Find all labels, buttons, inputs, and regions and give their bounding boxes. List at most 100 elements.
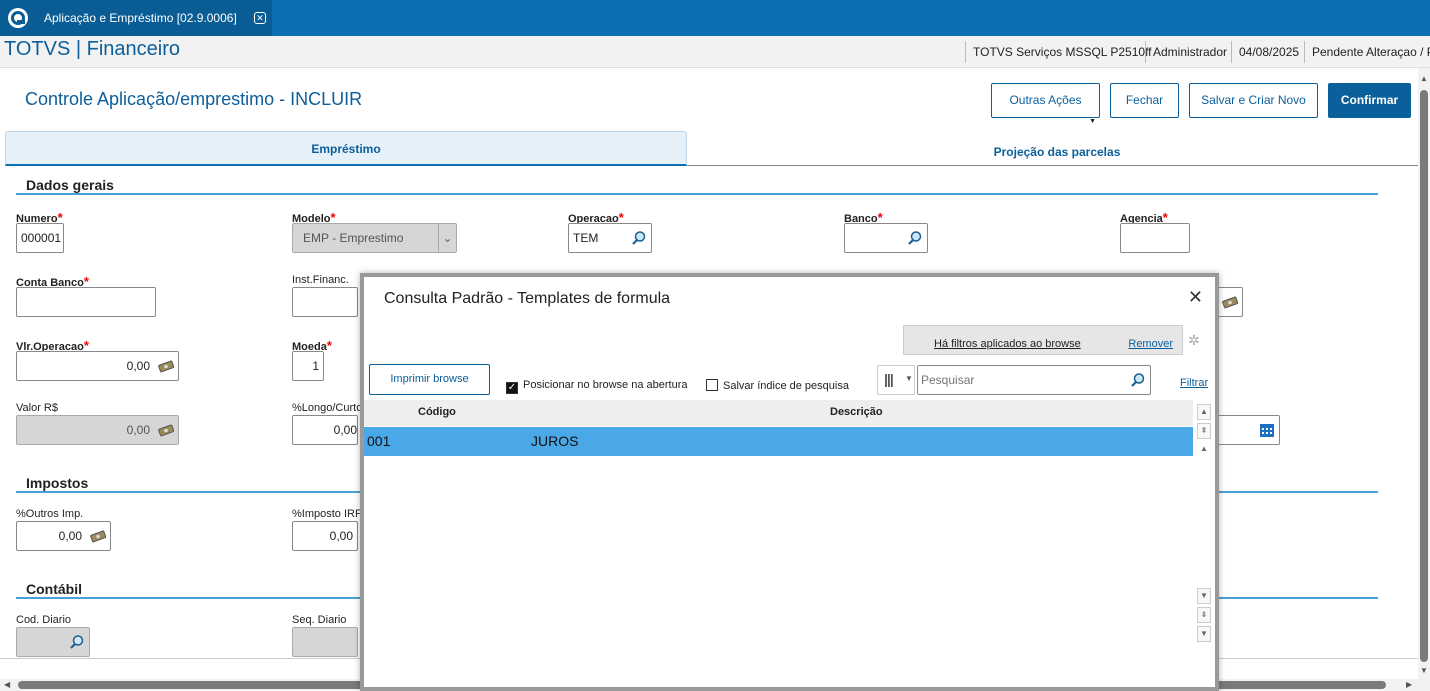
app-tab[interactable]: Aplicação e Empréstimo [02.9.0006] ✕ bbox=[36, 0, 272, 36]
valor-rs-value: 0,00 bbox=[126, 423, 150, 437]
fechar-button[interactable]: Fechar bbox=[1110, 83, 1179, 118]
date-field-edge[interactable] bbox=[1210, 415, 1280, 445]
vlr-operacao-field[interactable]: 0,00 bbox=[16, 351, 179, 381]
banco-field[interactable] bbox=[844, 223, 928, 253]
scroll-right-icon[interactable]: ▶ bbox=[1406, 680, 1412, 689]
tab-emprestimo[interactable]: Empréstimo bbox=[5, 131, 687, 166]
cod-diario-field bbox=[16, 627, 90, 657]
totvs-logo-icon[interactable] bbox=[0, 0, 36, 36]
column-selector[interactable]: ||| ▼ bbox=[877, 365, 915, 395]
app-header: TOTVS | Financeiro TOTVS Serviços MSSQL … bbox=[0, 36, 1430, 68]
money-icon bbox=[158, 424, 174, 437]
vertical-scroll-thumb[interactable] bbox=[1420, 90, 1428, 662]
operacao-value: TEM bbox=[573, 231, 599, 245]
imprimir-browse-button[interactable]: Imprimir browse bbox=[369, 364, 490, 395]
column-header-codigo[interactable]: Código bbox=[418, 406, 456, 418]
outras-acoes-button[interactable]: Outras Ações ▼ bbox=[991, 83, 1100, 125]
table-header: Código Descrição bbox=[364, 400, 1193, 426]
longo-curto-field[interactable]: 0,00 bbox=[292, 415, 358, 445]
salvar-criar-novo-button[interactable]: Salvar e Criar Novo bbox=[1189, 83, 1318, 118]
gear-icon[interactable]: ✲ bbox=[1188, 332, 1200, 349]
vlr-operacao-value: 0,00 bbox=[126, 359, 150, 373]
close-icon[interactable]: ✕ bbox=[1188, 287, 1203, 308]
grid-scrollbar[interactable]: ▲ ⇞ ▲ ▼ ⇟ ▼ bbox=[1195, 400, 1213, 645]
salvar-indice-checkbox[interactable]: Salvar índice de pesquisa bbox=[706, 379, 849, 392]
columns-icon: ||| bbox=[884, 371, 894, 387]
chevron-down-icon[interactable]: ⌄ bbox=[438, 224, 456, 252]
money-icon[interactable] bbox=[90, 528, 106, 544]
money-icon[interactable] bbox=[158, 358, 174, 374]
filtrar-link[interactable]: Filtrar bbox=[1180, 377, 1208, 389]
brand-title: TOTVS | Financeiro bbox=[4, 38, 180, 60]
user-info[interactable]: Administrador bbox=[1145, 41, 1234, 63]
search-icon[interactable] bbox=[1130, 372, 1146, 388]
numero-field[interactable]: 000001 bbox=[16, 223, 64, 253]
imposto-irf-field[interactable]: 0,00 bbox=[292, 521, 358, 551]
section-dados-gerais: Dados gerais bbox=[26, 177, 114, 193]
scroll-down-icon[interactable]: ▼ bbox=[1420, 666, 1428, 675]
scroll-up-icon[interactable]: ▲ bbox=[1420, 74, 1428, 83]
posicionar-checkbox[interactable]: ✓ Posicionar no browse na abertura bbox=[506, 379, 687, 394]
valor-rs-field: 0,00 bbox=[16, 415, 179, 445]
confirmar-button[interactable]: Confirmar bbox=[1328, 83, 1411, 118]
date-info: 04/08/2025 bbox=[1231, 41, 1306, 63]
section-contabil: Contábil bbox=[26, 581, 82, 597]
salvar-indice-label: Salvar índice de pesquisa bbox=[723, 380, 849, 392]
cell-descricao: JUROS bbox=[531, 433, 579, 449]
search-icon[interactable] bbox=[907, 230, 923, 246]
scroll-last-icon[interactable]: ▼ bbox=[1197, 626, 1211, 642]
scroll-up-icon[interactable]: ▲ bbox=[1197, 442, 1211, 458]
checkbox-unchecked-icon[interactable] bbox=[706, 379, 718, 391]
scroll-first-icon[interactable]: ▲ bbox=[1197, 404, 1211, 420]
seq-diario-label: Seq. Diario bbox=[292, 614, 347, 626]
search-box[interactable] bbox=[917, 365, 1151, 395]
money-icon[interactable] bbox=[1222, 294, 1238, 310]
cod-diario-label: Cod. Diario bbox=[16, 614, 72, 626]
valor-rs-label: Valor R$ bbox=[16, 402, 58, 414]
modelo-value: EMP - Emprestimo bbox=[303, 231, 404, 245]
calendar-icon[interactable] bbox=[1259, 422, 1275, 438]
inst-financ-label: Inst.Financ. bbox=[292, 274, 349, 286]
imposto-irf-label: %Imposto IRF bbox=[292, 508, 362, 520]
tab-projecao-parcelas[interactable]: Projeção das parcelas bbox=[687, 131, 1427, 166]
search-icon bbox=[70, 635, 84, 649]
consulta-padrao-dialog: Consulta Padrão - Templates de formula ✕… bbox=[360, 273, 1219, 691]
environment-info: TOTVS Serviços MSSQL P2510ff bbox=[965, 41, 1159, 63]
seq-diario-field bbox=[292, 627, 358, 657]
longo-curto-label: %Longo/Curto bbox=[292, 402, 363, 414]
agencia-field[interactable] bbox=[1120, 223, 1190, 253]
dialog-title: Consulta Padrão - Templates de formula bbox=[384, 290, 671, 307]
search-icon[interactable] bbox=[631, 230, 647, 246]
close-tab-icon[interactable]: ✕ bbox=[254, 12, 266, 24]
outros-imp-value: 0,00 bbox=[58, 529, 82, 543]
operacao-field[interactable]: TEM bbox=[568, 223, 652, 253]
section-impostos: Impostos bbox=[26, 475, 89, 491]
top-tab-bar: Aplicação e Empréstimo [02.9.0006] ✕ bbox=[0, 0, 1430, 36]
moeda-field[interactable]: 1 bbox=[292, 351, 324, 381]
scroll-page-down-icon[interactable]: ⇟ bbox=[1197, 607, 1211, 623]
app-tab-title: Aplicação e Empréstimo [02.9.0006] bbox=[44, 11, 237, 25]
cell-codigo: 001 bbox=[367, 433, 391, 449]
conta-banco-field[interactable] bbox=[16, 287, 156, 317]
inst-financ-field[interactable] bbox=[292, 287, 358, 317]
vertical-scrollbar[interactable]: ▲ ▼ bbox=[1418, 68, 1430, 680]
scroll-left-icon[interactable]: ◀ bbox=[4, 680, 10, 689]
page-title: Controle Aplicação/emprestimo - INCLUIR bbox=[25, 89, 363, 109]
search-input[interactable] bbox=[918, 366, 1118, 394]
filter-notice-link[interactable]: Há filtros aplicados ao browse bbox=[934, 338, 1081, 350]
status-info: Pendente Alteraçao / Pe bbox=[1304, 41, 1430, 63]
remove-filter-link[interactable]: Remover bbox=[1128, 338, 1173, 350]
checkbox-checked-icon[interactable]: ✓ bbox=[506, 382, 518, 394]
outros-imp-label: %Outros Imp. bbox=[16, 508, 84, 520]
scroll-page-up-icon[interactable]: ⇞ bbox=[1197, 423, 1211, 439]
posicionar-label: Posicionar no browse na abertura bbox=[523, 379, 688, 391]
section-divider bbox=[16, 193, 1378, 195]
column-header-descricao[interactable]: Descrição bbox=[830, 406, 883, 418]
outros-imp-field[interactable]: 0,00 bbox=[16, 521, 111, 551]
modelo-select[interactable]: EMP - Emprestimo ⌄ bbox=[292, 223, 457, 253]
outras-acoes-label: Outras Ações bbox=[1009, 93, 1082, 107]
filter-notice-box: Há filtros aplicados ao browse Remover bbox=[903, 325, 1183, 355]
scroll-down-icon[interactable]: ▼ bbox=[1197, 588, 1211, 604]
table-row[interactable]: 001 JUROS bbox=[364, 427, 1193, 456]
chevron-down-icon: ▼ bbox=[905, 374, 913, 383]
